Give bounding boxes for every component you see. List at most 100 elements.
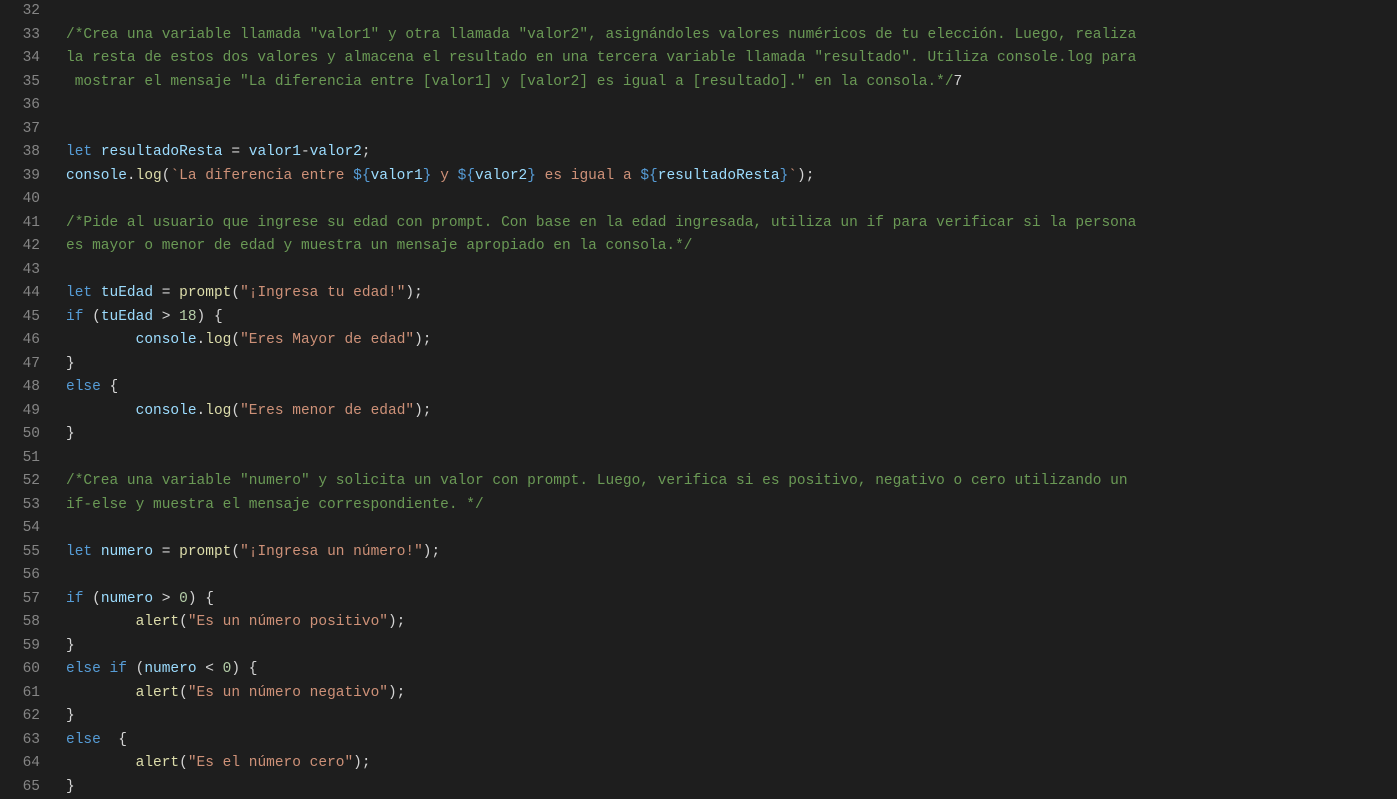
token: ( [179, 755, 188, 771]
line-number: 50 [0, 423, 40, 447]
code-line[interactable]: es mayor o menor de edad y muestra un me… [66, 235, 1397, 259]
token: /*Crea una variable llamada "valor1" y o… [66, 27, 1136, 43]
line-number: 36 [0, 94, 40, 118]
token: ( [127, 661, 144, 677]
line-number: 44 [0, 282, 40, 306]
line-number: 61 [0, 682, 40, 706]
code-line[interactable]: /*Pide al usuario que ingrese su edad co… [66, 212, 1397, 236]
token [92, 285, 101, 301]
code-line[interactable]: console.log("Eres Mayor de edad"); [66, 329, 1397, 353]
code-line[interactable] [66, 0, 1397, 24]
token: ( [83, 591, 100, 607]
code-line[interactable] [66, 94, 1397, 118]
line-number: 42 [0, 235, 40, 259]
code-line[interactable]: else { [66, 729, 1397, 753]
line-number: 35 [0, 71, 40, 95]
code-line[interactable]: let tuEdad = prompt("¡Ingresa tu edad!")… [66, 282, 1397, 306]
token: let [66, 544, 92, 560]
code-line[interactable]: /*Crea una variable llamada "valor1" y o… [66, 24, 1397, 48]
token: tuEdad [101, 309, 153, 325]
line-number: 32 [0, 0, 40, 24]
code-line[interactable]: alert("Es un número positivo"); [66, 611, 1397, 635]
code-line[interactable] [66, 188, 1397, 212]
token: } [66, 708, 75, 724]
code-line[interactable]: mostrar el mensaje "La diferencia entre … [66, 71, 1397, 95]
code-line[interactable]: console.log(`La diferencia entre ${valor… [66, 165, 1397, 189]
token: console [136, 332, 197, 348]
token: if-else y muestra el mensaje correspondi… [66, 497, 484, 513]
token: ; [362, 144, 371, 160]
token [92, 544, 101, 560]
token: "¡Ingresa un número!" [240, 544, 423, 560]
token: log [136, 168, 162, 184]
code-line[interactable]: } [66, 423, 1397, 447]
token: else [66, 661, 101, 677]
line-number: 53 [0, 494, 40, 518]
code-editor[interactable]: 3233343536373839404142434445464748495051… [0, 0, 1397, 799]
token: ); [388, 614, 405, 630]
code-line[interactable]: alert("Es un número negativo"); [66, 682, 1397, 706]
code-line[interactable]: let resultadoResta = valor1-valor2; [66, 141, 1397, 165]
token: } [527, 168, 536, 184]
line-number: 40 [0, 188, 40, 212]
token: "Eres menor de edad" [240, 403, 414, 419]
token: ); [405, 285, 422, 301]
token: let [66, 285, 92, 301]
code-line[interactable]: if (tuEdad > 18) { [66, 306, 1397, 330]
code-line[interactable]: } [66, 635, 1397, 659]
token: if [110, 661, 127, 677]
token: numero [144, 661, 196, 677]
line-number: 49 [0, 400, 40, 424]
code-line[interactable] [66, 447, 1397, 471]
code-line[interactable] [66, 564, 1397, 588]
token: ( [231, 544, 240, 560]
token: console [136, 403, 197, 419]
token: let [66, 144, 92, 160]
token: numero [101, 544, 153, 560]
code-line[interactable]: /*Crea una variable "numero" y solicita … [66, 470, 1397, 494]
code-line[interactable]: if-else y muestra el mensaje correspondi… [66, 494, 1397, 518]
code-line[interactable]: else { [66, 376, 1397, 400]
line-number: 56 [0, 564, 40, 588]
token: } [780, 168, 789, 184]
token: < [197, 661, 223, 677]
code-line[interactable]: } [66, 776, 1397, 799]
token: ${ [458, 168, 475, 184]
token: alert [136, 614, 180, 630]
code-line[interactable] [66, 517, 1397, 541]
code-line[interactable] [66, 118, 1397, 142]
token: if [66, 591, 83, 607]
code-line[interactable] [66, 259, 1397, 283]
token: numero [101, 591, 153, 607]
token: > [153, 591, 179, 607]
token: ) { [197, 309, 223, 325]
line-number: 63 [0, 729, 40, 753]
line-number: 46 [0, 329, 40, 353]
code-line[interactable]: if (numero > 0) { [66, 588, 1397, 612]
token: . [127, 168, 136, 184]
token: ( [179, 685, 188, 701]
token: } [66, 426, 75, 442]
token [101, 661, 110, 677]
code-line[interactable]: console.log("Eres menor de edad"); [66, 400, 1397, 424]
token: } [66, 638, 75, 654]
code-line[interactable]: let numero = prompt("¡Ingresa un número!… [66, 541, 1397, 565]
code-area[interactable]: /*Crea una variable llamada "valor1" y o… [66, 0, 1397, 799]
code-line[interactable]: } [66, 705, 1397, 729]
code-line[interactable]: la resta de estos dos valores y almacena… [66, 47, 1397, 71]
token: { [101, 732, 127, 748]
token: 7 [954, 74, 963, 90]
token: = [153, 285, 179, 301]
token: console [66, 168, 127, 184]
token: valor2 [475, 168, 527, 184]
token: "Es un número negativo" [188, 685, 388, 701]
token: resultadoResta [101, 144, 223, 160]
token: prompt [179, 285, 231, 301]
code-line[interactable]: } [66, 353, 1397, 377]
token [66, 403, 136, 419]
code-line[interactable]: else if (numero < 0) { [66, 658, 1397, 682]
token: "Es un número positivo" [188, 614, 388, 630]
line-number: 55 [0, 541, 40, 565]
token: = [223, 144, 249, 160]
code-line[interactable]: alert("Es el número cero"); [66, 752, 1397, 776]
